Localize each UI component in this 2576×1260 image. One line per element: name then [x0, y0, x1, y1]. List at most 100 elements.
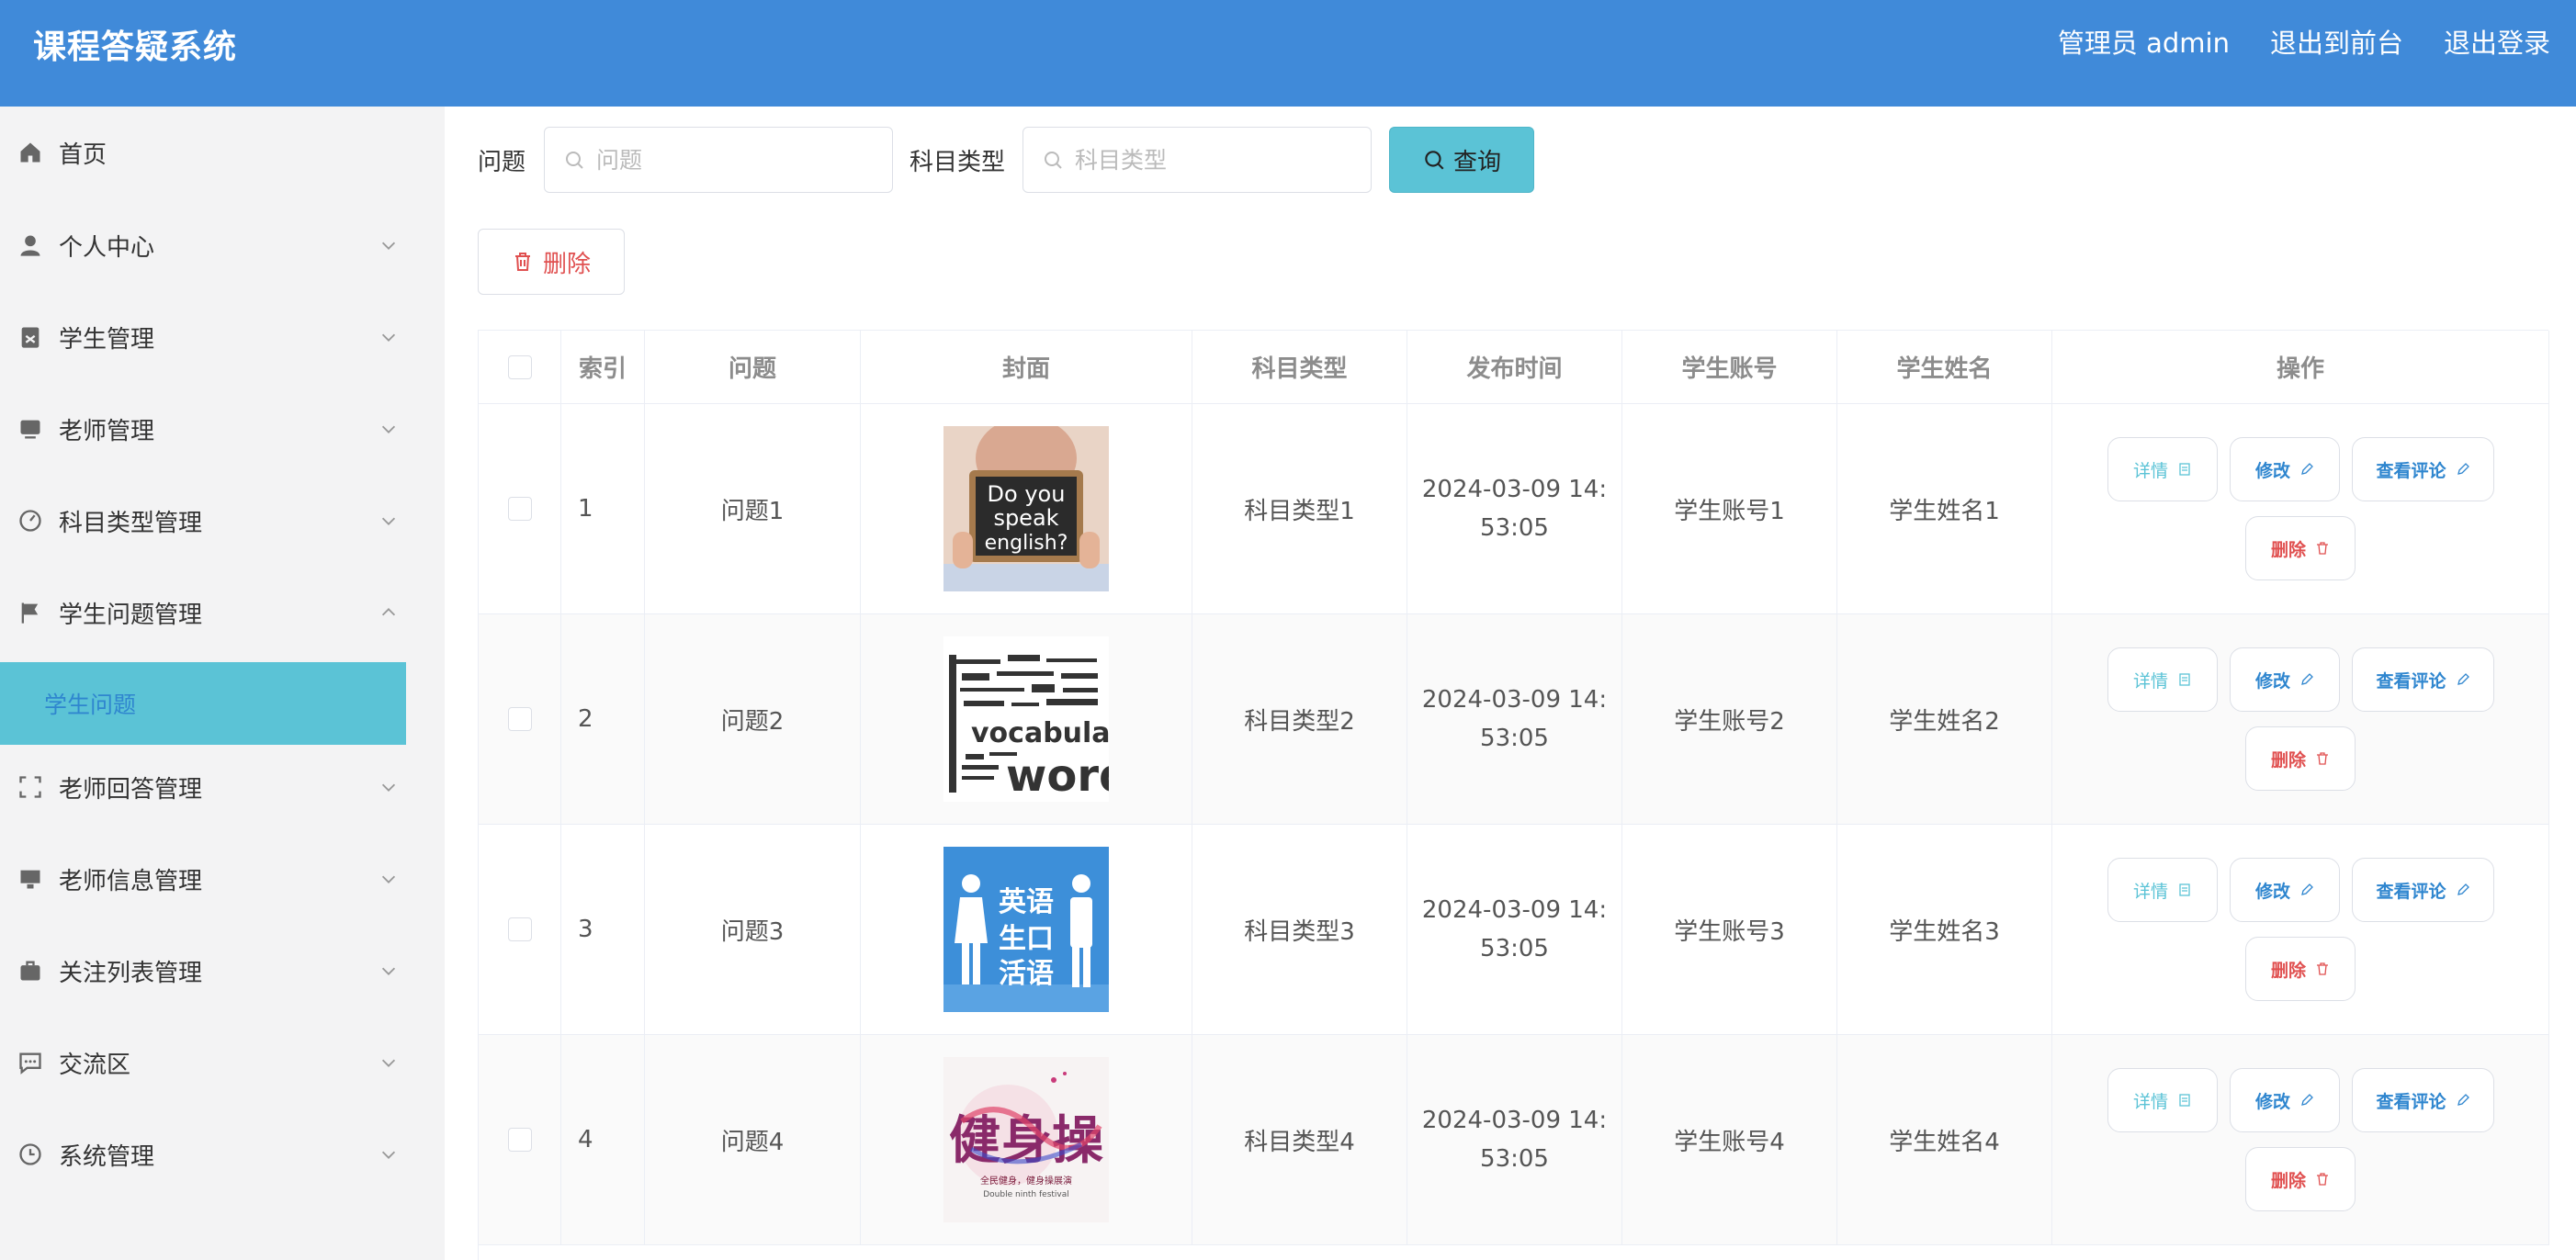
row-index: 1 [561, 404, 645, 614]
question-label: 问题 [478, 149, 526, 176]
row-student-account: 学生账号1 [1622, 404, 1837, 614]
row-subject-type: 科目类型3 [1192, 825, 1407, 1035]
row-publish-time: 2024-03-09 14: 53:05 [1407, 825, 1622, 1035]
logout-link[interactable]: 退出登录 [2444, 22, 2550, 61]
briefcase-icon [17, 957, 44, 984]
sidebar-item-system[interactable]: 系统管理 [0, 1113, 406, 1196]
edit-button[interactable]: 修改 [2230, 858, 2340, 922]
document-icon [2179, 673, 2190, 686]
question-input[interactable] [596, 146, 853, 174]
query-button[interactable]: 查询 [1389, 127, 1534, 193]
cover-image-speak-english[interactable]: Do you speak english? [943, 426, 1109, 591]
sidebar-item-teachers[interactable]: 老师管理 [0, 388, 406, 470]
sidebar-item-students[interactable]: 学生管理 [0, 296, 406, 378]
view-comments-button[interactable]: 查看评论 [2352, 1068, 2494, 1132]
delete-button[interactable]: 删除 [2245, 726, 2356, 791]
header-publish-time: 发布时间 [1407, 331, 1622, 404]
detail-button[interactable]: 详情 [2107, 437, 2218, 501]
edit-icon [2457, 463, 2469, 475]
row-cover-cell: vocabulary words [861, 614, 1192, 825]
row-student-account: 学生账号2 [1622, 614, 1837, 825]
document-icon [2179, 883, 2190, 896]
svg-text:vocabulary: vocabulary [971, 717, 1109, 749]
row-checkbox[interactable] [507, 707, 532, 731]
sidebar-item-teacher-answers[interactable]: 老师回答管理 [0, 746, 406, 828]
row-subject-type: 科目类型2 [1192, 614, 1407, 825]
svg-text:words: words [1006, 750, 1109, 802]
sidebar-item-profile[interactable]: 个人中心 [0, 204, 406, 287]
subject-type-input[interactable] [1075, 146, 1332, 174]
svg-text:english?: english? [985, 532, 1068, 555]
row-checkbox[interactable] [507, 917, 532, 941]
view-comments-button[interactable]: 查看评论 [2352, 647, 2494, 712]
sidebar-item-teacher-info[interactable]: 老师信息管理 [0, 838, 406, 920]
edit-icon [2457, 1094, 2469, 1106]
sidebar-subitem-student-questions[interactable]: 学生问题 [0, 662, 406, 745]
chevron-down-icon [381, 967, 396, 975]
batch-delete-button[interactable]: 删除 [478, 229, 625, 295]
delete-button[interactable]: 删除 [2245, 516, 2356, 580]
delete-button[interactable]: 删除 [2245, 1147, 2356, 1211]
sidebar-item-student-questions[interactable]: 学生问题管理 [0, 571, 406, 654]
svg-text:生口: 生口 [999, 923, 1054, 955]
row-question: 问题1 [645, 404, 861, 614]
row-publish-time: 2024-03-09 14: 53:05 [1407, 1035, 1622, 1245]
view-comments-button[interactable]: 查看评论 [2352, 437, 2494, 501]
edit-button[interactable]: 修改 [2230, 437, 2340, 501]
row-checkbox[interactable] [507, 1128, 532, 1152]
detail-button[interactable]: 详情 [2107, 1068, 2218, 1132]
subject-search-box[interactable] [1022, 127, 1372, 193]
header-actions: 操作 [2052, 331, 2549, 404]
row-publish-time: 2024-03-09 14: 53:05 [1407, 404, 1622, 614]
edit-button[interactable]: 修改 [2230, 1068, 2340, 1132]
trash-icon [2317, 1173, 2328, 1186]
sidebar-item-home[interactable]: 首页 [0, 111, 406, 194]
chevron-down-icon [381, 517, 396, 525]
detail-button[interactable]: 详情 [2107, 647, 2218, 712]
row-actions-cell: 详情 修改 查看评论 删除 [2052, 614, 2549, 825]
cover-image-english-spoken[interactable]: 英语 生口 活语 [943, 847, 1109, 1012]
clock-icon [17, 1141, 44, 1168]
edit-icon [2301, 883, 2313, 895]
header-subject-type: 科目类型 [1192, 331, 1407, 404]
trash-icon [514, 253, 530, 271]
svg-text:Double ninth festival: Double ninth festival [983, 1190, 1069, 1199]
row-cover-cell: 健身操 全民健身，健身操展演 Double ninth festival [861, 1035, 1192, 1245]
view-comments-button[interactable]: 查看评论 [2352, 858, 2494, 922]
sidebar-item-forum[interactable]: 交流区 [0, 1021, 406, 1104]
batch-delete-label: 删除 [542, 250, 591, 278]
row-subject-type: 科目类型4 [1192, 1035, 1407, 1245]
chevron-down-icon [381, 1059, 396, 1067]
detail-button[interactable]: 详情 [2107, 858, 2218, 922]
edit-button[interactable]: 修改 [2230, 647, 2340, 712]
cover-image-fitness-poster[interactable]: 健身操 全民健身，健身操展演 Double ninth festival [943, 1057, 1109, 1222]
sidebar-item-follow-list[interactable]: 关注列表管理 [0, 929, 406, 1012]
subject-type-label: 科目类型 [910, 149, 1006, 176]
row-actions-cell: 详情 修改 查看评论 删除 [2052, 404, 2549, 614]
delete-button[interactable]: 删除 [2245, 937, 2356, 1001]
row-index: 4 [561, 1035, 645, 1245]
row-student-name: 学生姓名4 [1837, 1035, 2052, 1245]
chevron-down-icon [381, 1151, 396, 1159]
admin-user-link[interactable]: 管理员 admin [2058, 22, 2230, 61]
search-icon [1045, 152, 1062, 169]
row-checkbox[interactable] [507, 497, 532, 521]
edit-icon [2457, 673, 2469, 685]
sidebar-item-subject-types[interactable]: 科目类型管理 [0, 479, 406, 562]
trash-icon [2317, 962, 2328, 975]
search-icon [1425, 151, 1444, 170]
query-button-label: 查询 [1452, 148, 1501, 176]
user-icon [17, 231, 44, 259]
exit-to-front-link[interactable]: 退出到前台 [2270, 22, 2403, 61]
row-student-name: 学生姓名3 [1837, 825, 2052, 1035]
select-all-checkbox[interactable] [507, 354, 532, 379]
sidebar-item-label: 学生问题管理 [59, 601, 203, 629]
cover-image-vocabulary-words[interactable]: vocabulary words [943, 636, 1109, 802]
clipboard-icon [17, 323, 44, 351]
top-header: 课程答疑系统 管理员 admin 退出到前台 退出登录 [0, 0, 2576, 107]
sidebar-item-label: 系统管理 [59, 1142, 155, 1171]
document-icon [2179, 1094, 2190, 1107]
row-subject-type: 科目类型1 [1192, 404, 1407, 614]
row-student-account: 学生账号4 [1622, 1035, 1837, 1245]
question-search-box[interactable] [544, 127, 893, 193]
